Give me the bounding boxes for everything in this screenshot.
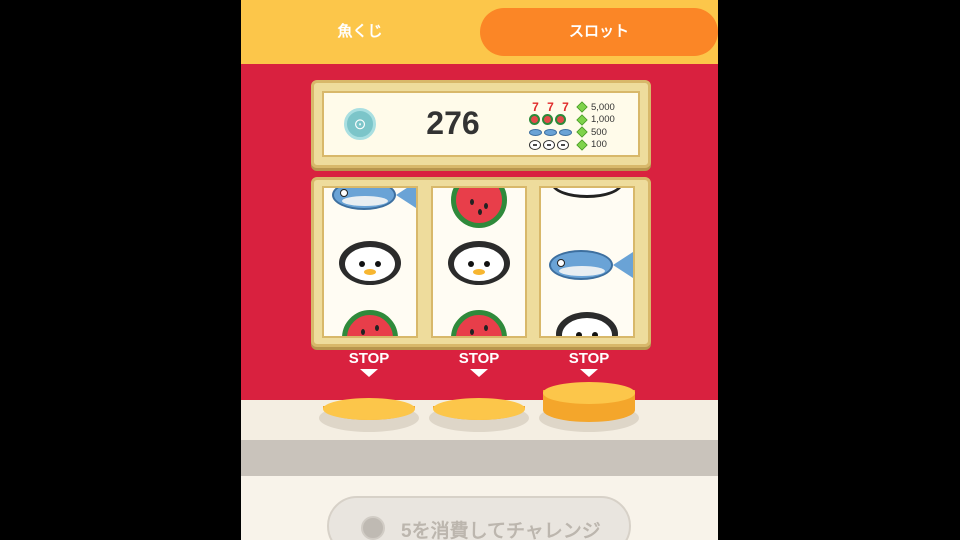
reel-3-press-button[interactable] xyxy=(543,382,635,426)
watermelon-icon xyxy=(529,114,575,126)
stop-label: STOP xyxy=(348,350,390,367)
fish-icon xyxy=(324,188,416,222)
counter-front xyxy=(241,440,718,476)
slot-screen: 魚くじ スロット ⊙ 276 777 5,000 1,000 500 100 S… xyxy=(241,0,718,540)
gem-icon xyxy=(576,126,588,138)
reel-1-press-button[interactable] xyxy=(323,398,415,424)
watermelon-icon xyxy=(324,306,416,336)
tab-fish-lottery[interactable]: 魚くじ xyxy=(241,8,479,56)
reel-window xyxy=(311,177,651,347)
score-panel: ⊙ 276 777 5,000 1,000 500 100 xyxy=(322,91,640,157)
stop-button-2[interactable]: STOP xyxy=(444,350,514,377)
paytable-row-fish: 500 xyxy=(529,126,639,139)
penguin-icon xyxy=(433,235,525,291)
paytable-reward: 500 xyxy=(591,126,607,138)
fish-icon xyxy=(529,128,575,136)
watermelon-icon xyxy=(433,306,525,336)
stop-button-3[interactable]: STOP xyxy=(554,350,624,377)
seven-icon: 777 xyxy=(532,100,569,115)
penguin-icon xyxy=(324,235,416,291)
paytable-reward: 1,000 xyxy=(591,114,615,126)
stop-label: STOP xyxy=(458,350,500,367)
stop-label: STOP xyxy=(568,350,610,367)
tab-slot[interactable]: スロット xyxy=(480,8,718,56)
score-board: ⊙ 276 777 5,000 1,000 500 100 xyxy=(311,80,651,168)
paytable-reward: 5,000 xyxy=(591,101,615,113)
gem-icon xyxy=(576,139,588,151)
penguin-icon xyxy=(529,139,575,150)
stop-button-1[interactable]: STOP xyxy=(334,350,404,377)
paytable-reward: 100 xyxy=(591,139,607,151)
paytable-row-penguin: 100 xyxy=(529,139,639,152)
challenge-label: 5を消費してチャレンジ xyxy=(401,521,601,540)
arrow-down-icon xyxy=(470,369,488,377)
reel-2 xyxy=(431,186,527,338)
gem-icon xyxy=(576,101,588,113)
arrow-down-icon xyxy=(360,369,378,377)
reel-1 xyxy=(322,186,418,338)
watermelon-icon xyxy=(433,188,525,228)
coin-balance: 276 xyxy=(426,105,480,141)
gem-icon xyxy=(576,114,588,126)
fish-coin-icon xyxy=(361,516,385,540)
arrow-down-icon xyxy=(580,369,598,377)
paytable-row-watermelon: 1,000 xyxy=(529,114,639,127)
paytable: 777 5,000 1,000 500 100 xyxy=(529,101,639,151)
challenge-button[interactable]: 5を消費してチャレンジ xyxy=(327,496,631,540)
paytable-row-seven: 777 5,000 xyxy=(529,101,639,114)
tab-bar: 魚くじ スロット xyxy=(241,0,718,64)
fish-icon xyxy=(541,236,633,292)
penguin-icon xyxy=(541,306,633,336)
fish-coin-icon: ⊙ xyxy=(344,108,376,140)
reel-2-press-button[interactable] xyxy=(433,398,525,424)
reel-3 xyxy=(539,186,635,338)
